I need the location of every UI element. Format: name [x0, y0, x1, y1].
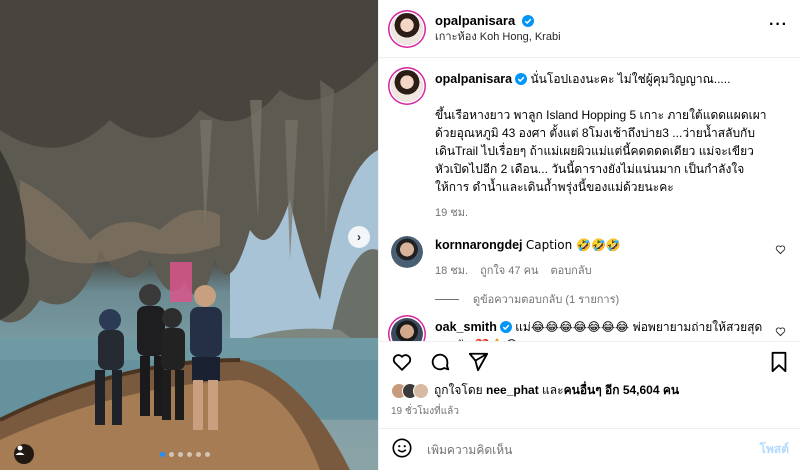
comment-username[interactable]: kornnarongdej	[435, 238, 523, 252]
carousel-dots	[160, 452, 210, 457]
next-photo-button[interactable]: ›	[348, 226, 370, 248]
carousel-dot	[160, 452, 165, 457]
post-location[interactable]: เกาะห้อง Koh Hong, Krabi	[435, 29, 769, 45]
view-replies-label[interactable]: ดูข้อความตอบกลับ (1 รายการ)	[473, 290, 619, 308]
post-comment-button[interactable]: โพสต์	[760, 440, 789, 459]
liked-by-user[interactable]: nee_phat	[486, 383, 539, 397]
comment-username[interactable]: oak_smith	[435, 320, 497, 334]
comment-item: kornnarongdej Caption 🤣🤣🤣 18 ชม. ถูกใจ 4…	[391, 236, 788, 280]
caption-username[interactable]: opalpanisara	[435, 72, 512, 86]
photo-scene	[0, 0, 378, 470]
author-username[interactable]: opalpanisara	[435, 13, 515, 28]
next-icon: ›	[357, 230, 361, 244]
avatar[interactable]	[391, 236, 423, 268]
post-photo[interactable]: ›	[0, 0, 378, 470]
add-comment-bar: โพสต์	[379, 428, 800, 470]
verified-icon	[521, 14, 534, 27]
post-detail-panel: opalpanisara เกาะห้อง Koh Hong, Krabi ··…	[378, 0, 800, 470]
tag-user-icon[interactable]	[14, 444, 34, 464]
carousel-dot	[196, 452, 201, 457]
comment-icon[interactable]	[429, 351, 451, 373]
action-bar	[379, 341, 800, 381]
view-replies[interactable]: ดูข้อความตอบกลับ (1 รายการ)	[435, 290, 788, 308]
likes-prefix: ถูกใจโดย	[434, 383, 487, 397]
likes-others[interactable]: คนอื่นๆ อีก 54,604 คน	[564, 383, 680, 397]
post-header: opalpanisara เกาะห้อง Koh Hong, Krabi ··…	[379, 0, 800, 58]
share-icon[interactable]	[467, 351, 489, 373]
liker-avatar	[413, 382, 429, 399]
likes-and: และ	[538, 383, 564, 397]
replies-divider	[435, 298, 459, 300]
heart-icon[interactable]	[775, 244, 786, 255]
comments-list[interactable]: opalpanisara นั่นโอปเองนะคะ ไม่ใช่ผู้คุม…	[379, 58, 800, 341]
verified-icon	[499, 321, 512, 333]
comment-likes[interactable]: ถูกใจ 47 คน	[480, 262, 538, 280]
caption: opalpanisara นั่นโอปเองนะคะ ไม่ใช่ผู้คุม…	[391, 70, 788, 222]
caption-time: 19 ชม.	[435, 207, 469, 219]
carousel-dot	[187, 452, 192, 457]
comment-text: Caption 🤣🤣🤣	[525, 238, 621, 252]
comment-item: oak_smith แม่😂😂😂😂😂😂😂 พ่อพยายามถ่ายให้สวย…	[391, 318, 788, 341]
heart-icon[interactable]	[391, 351, 413, 373]
carousel-dot	[169, 452, 174, 457]
emoji-icon[interactable]	[391, 437, 413, 462]
avatar[interactable]	[391, 318, 423, 341]
more-icon[interactable]: ···	[769, 16, 788, 42]
comment-input[interactable]	[427, 442, 760, 457]
bookmark-icon[interactable]	[769, 351, 789, 373]
heart-icon[interactable]	[775, 326, 786, 337]
carousel-dot	[178, 452, 183, 457]
comment-time: 18 ชม.	[435, 265, 469, 277]
avatar[interactable]	[391, 12, 423, 45]
avatar[interactable]	[391, 70, 423, 102]
reply-button[interactable]: ตอบกลับ	[550, 262, 591, 280]
likes-summary[interactable]: ถูกใจโดย nee_phat และคนอื่นๆ อีก 54,604 …	[391, 381, 679, 400]
verified-icon	[515, 73, 528, 85]
caption-text: นั่นโอปเองนะคะ ไม่ใช่ผู้คุมวิญญาณ..... ข…	[435, 72, 767, 194]
post-timestamp[interactable]: 19 ชั่วโมงที่แล้ว	[391, 404, 459, 419]
carousel-dot	[205, 452, 210, 457]
